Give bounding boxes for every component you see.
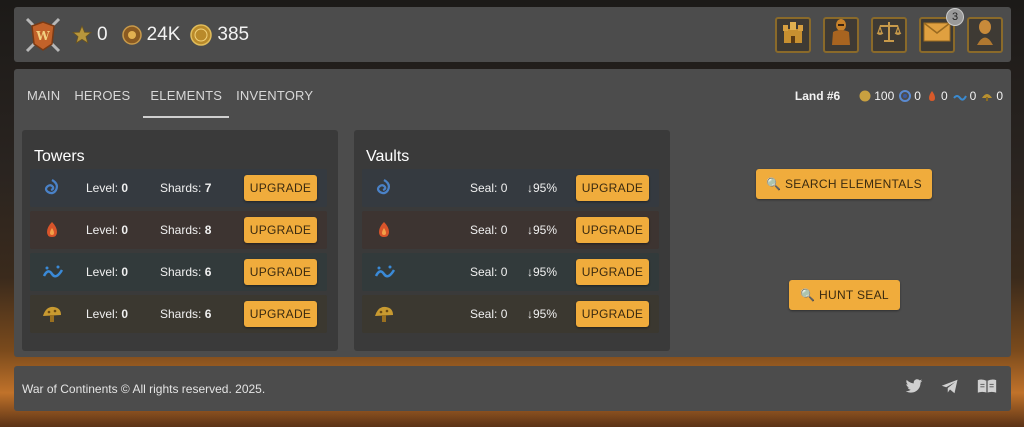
- upgrade-button[interactable]: UPGRADE: [576, 217, 649, 243]
- land-air: 0: [952, 89, 976, 103]
- gold-stat: 385: [190, 24, 249, 46]
- earth-element-icon: [42, 304, 62, 327]
- tab-elements[interactable]: ELEMENTS: [143, 88, 230, 118]
- vault-seal: 0: [500, 223, 508, 237]
- footer: War of Continents © All rights reserved.…: [14, 366, 1011, 411]
- water-element-icon: [42, 178, 62, 201]
- vault-row-fire: Seal: 0 ↓95% UPGRADE: [362, 211, 659, 249]
- hunt-seal-button[interactable]: 🔍 HUNT SEAL: [789, 280, 900, 310]
- tower-level: 0: [121, 265, 129, 279]
- vip-stat: 0: [72, 24, 108, 46]
- tower-row-water: Level: 0 Shards: 7 UPGRADE: [30, 169, 327, 207]
- mail-badge: 3: [946, 7, 964, 26]
- main-panel: MAIN HEROES ELEMENTS INVENTORY Land #6 1…: [14, 69, 1011, 357]
- air-element-icon: [42, 262, 64, 285]
- water-element-icon: [899, 90, 912, 102]
- game-logo[interactable]: W: [22, 14, 64, 56]
- telegram-icon[interactable]: [941, 379, 959, 399]
- vault-row-water: Seal: 0 ↓95% UPGRADE: [362, 169, 659, 207]
- profile-button[interactable]: [967, 16, 1003, 53]
- upgrade-button[interactable]: UPGRADE: [576, 259, 649, 285]
- fire-element-icon: [374, 220, 394, 243]
- gold-value: 385: [217, 23, 250, 45]
- castle-button[interactable]: [775, 16, 811, 53]
- svg-text:W: W: [35, 29, 50, 43]
- tab-heroes[interactable]: HEROES: [73, 88, 137, 118]
- vaults-panel: Vaults Seal: 0 ↓95% UPGRADE Seal: 0 ↓95%…: [354, 130, 670, 351]
- upgrade-button[interactable]: UPGRADE: [244, 217, 317, 243]
- land-name: Land #6: [794, 89, 841, 103]
- balance-scale-icon: [876, 19, 902, 50]
- land-gold: 100: [859, 89, 894, 103]
- upgrade-button[interactable]: UPGRADE: [244, 259, 317, 285]
- upgrade-button[interactable]: UPGRADE: [244, 301, 317, 327]
- tab-main[interactable]: MAIN: [26, 88, 67, 118]
- air-element-icon: [374, 262, 396, 285]
- twitter-icon[interactable]: [905, 378, 923, 399]
- tower-level: 0: [121, 307, 129, 321]
- tab-inventory[interactable]: INVENTORY: [235, 88, 320, 118]
- tower-level: 0: [121, 223, 129, 237]
- scale-button[interactable]: [871, 16, 907, 53]
- land-fire: 0: [926, 89, 948, 103]
- vault-row-earth: Seal: 0 ↓95% UPGRADE: [362, 295, 659, 333]
- tower-shards: 6: [204, 265, 212, 279]
- tower-level: 0: [121, 181, 129, 195]
- mail-button[interactable]: 3: [919, 7, 964, 53]
- social-links: [905, 378, 997, 399]
- land-water: 0: [899, 89, 921, 103]
- heroes-button[interactable]: [823, 16, 859, 53]
- vault-rate: ↓95%: [527, 181, 558, 195]
- upgrade-button[interactable]: UPGRADE: [576, 175, 649, 201]
- search-elementals-button[interactable]: 🔍 SEARCH ELEMENTALS: [756, 169, 932, 199]
- vip-value: 0: [97, 23, 108, 45]
- land-resources: Land #6 100 0 0 0 0: [795, 89, 1003, 103]
- docs-book-icon[interactable]: [977, 378, 997, 399]
- upgrade-button[interactable]: UPGRADE: [576, 301, 649, 327]
- vault-row-air: Seal: 0 ↓95% UPGRADE: [362, 253, 659, 291]
- knight-armor-icon: [828, 18, 854, 51]
- earth-element-icon: [374, 304, 394, 327]
- fire-element-icon: [928, 91, 935, 101]
- tower-shards: 7: [204, 181, 212, 195]
- vault-seal: 0: [500, 307, 508, 321]
- vault-rate: ↓95%: [527, 223, 558, 237]
- tab-bar: MAIN HEROES ELEMENTS INVENTORY: [26, 88, 326, 118]
- nav-icons: 3: [775, 7, 1003, 53]
- vault-seal: 0: [500, 265, 508, 279]
- water-element-icon: [374, 178, 394, 201]
- gold-coin-icon: [190, 23, 213, 46]
- castle-icon: [780, 19, 806, 50]
- power-stat: 24K: [121, 23, 181, 46]
- profile-bust-icon: [973, 18, 997, 51]
- towers-title: Towers: [34, 148, 85, 165]
- land-earth: 0: [981, 89, 1003, 103]
- copyright-text: War of Continents © All rights reserved.…: [22, 381, 266, 396]
- vip-star-icon: [72, 24, 92, 45]
- power-value: 24K: [146, 23, 181, 45]
- gold-coin-icon: [859, 90, 871, 102]
- power-gear-icon: [121, 24, 142, 45]
- upgrade-button[interactable]: UPGRADE: [244, 175, 317, 201]
- earth-element-icon: [982, 94, 993, 101]
- mail-icon: [923, 21, 951, 48]
- air-element-icon: [952, 95, 967, 101]
- top-bar: W 0 24K 385 3: [14, 7, 1011, 62]
- vault-seal: 0: [500, 181, 508, 195]
- tower-row-earth: Level: 0 Shards: 6 UPGRADE: [30, 295, 327, 333]
- vault-rate: ↓95%: [527, 265, 558, 279]
- tower-row-air: Level: 0 Shards: 6 UPGRADE: [30, 253, 327, 291]
- tower-row-fire: Level: 0 Shards: 8 UPGRADE: [30, 211, 327, 249]
- tower-shards: 8: [204, 223, 212, 237]
- tower-shards: 6: [204, 307, 212, 321]
- vault-rate: ↓95%: [527, 307, 558, 321]
- vaults-title: Vaults: [366, 148, 410, 165]
- fire-element-icon: [42, 220, 62, 243]
- towers-panel: Towers Level: 0 Shards: 7 UPGRADE Level:…: [22, 130, 338, 351]
